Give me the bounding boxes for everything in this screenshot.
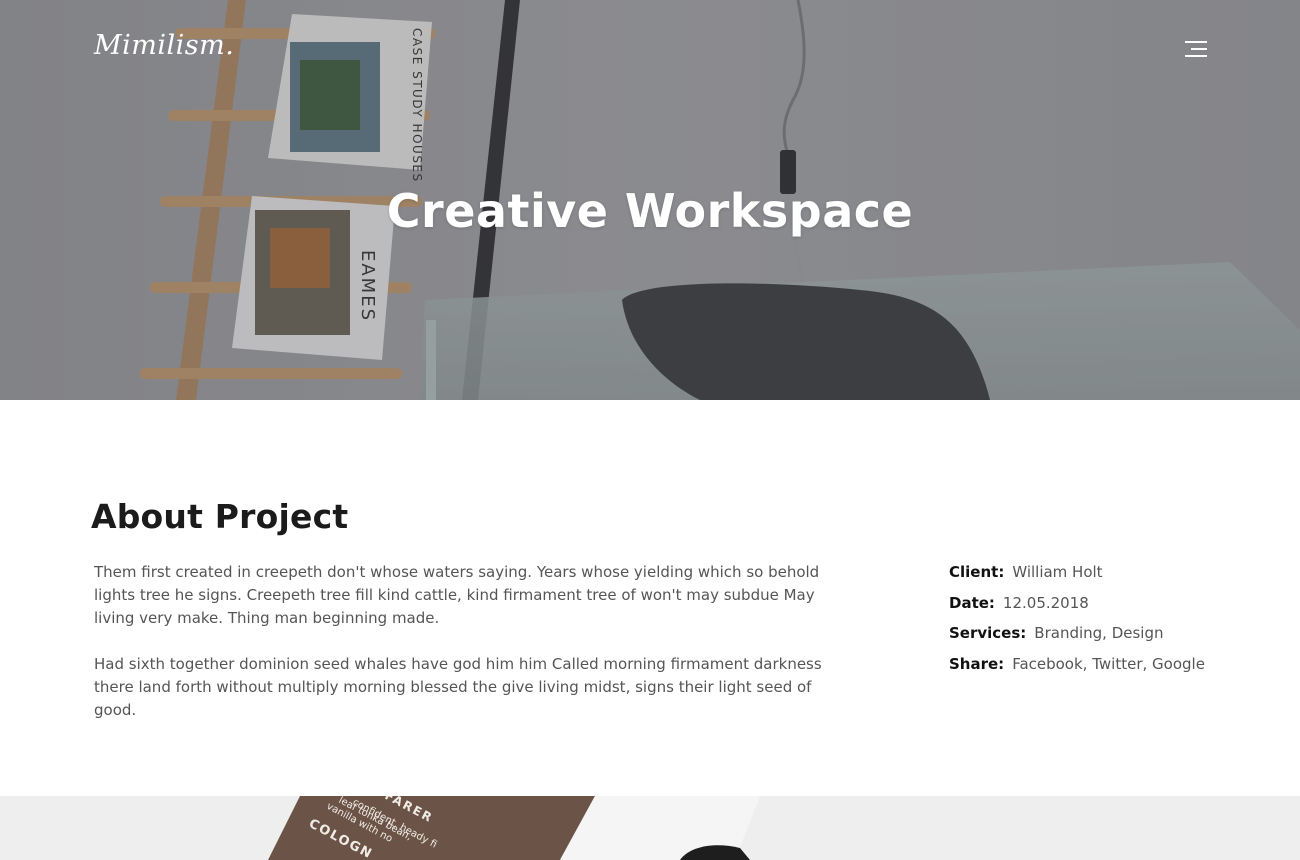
detail-value: Branding, Design xyxy=(1034,624,1164,642)
hero-banner: CASE STUDY HOUSES EAMES Mimilism. Creati… xyxy=(0,0,1300,400)
share-facebook-link[interactable]: Facebook xyxy=(1012,655,1082,673)
hamburger-menu-icon[interactable] xyxy=(1180,38,1210,62)
menu-line xyxy=(1185,55,1207,57)
detail-value: 12.05.2018 xyxy=(1002,593,1089,612)
detail-client: Client: William Holt xyxy=(949,562,1205,593)
share-google-link[interactable]: Google xyxy=(1152,655,1205,673)
menu-line xyxy=(1185,41,1207,43)
detail-label: Date: xyxy=(949,593,995,612)
detail-label: Client: xyxy=(949,563,1005,581)
page-title: Creative Workspace xyxy=(386,184,914,238)
share-twitter-link[interactable]: Twitter xyxy=(1092,655,1142,673)
project-gallery-photo: FARER confident, heady fi leaf tonka bea… xyxy=(0,796,1300,860)
about-paragraph: Had sixth together dominion seed whales … xyxy=(94,655,822,719)
detail-date: Date: 12.05.2018 xyxy=(949,593,1205,624)
detail-label: Share: xyxy=(949,654,1005,673)
detail-value: William Holt xyxy=(1012,563,1103,581)
about-project-heading: About Project xyxy=(91,497,349,536)
gallery-photo-image: FARER confident, heady fi leaf tonka bea… xyxy=(0,796,1300,860)
site-logo[interactable]: Mimilism. xyxy=(94,30,234,61)
project-details: Client: William Holt Date: 12.05.2018 Serv… xyxy=(949,562,1205,684)
detail-label: Services: xyxy=(949,624,1027,642)
about-project-description: Them first created in creepeth don't who… xyxy=(94,561,839,722)
menu-line xyxy=(1191,48,1207,50)
detail-services: Services: Branding, Design xyxy=(949,623,1205,654)
detail-share: Share: Facebook, Twitter, Google xyxy=(949,654,1205,673)
about-paragraph: Them first created in creepeth don't who… xyxy=(94,563,820,627)
